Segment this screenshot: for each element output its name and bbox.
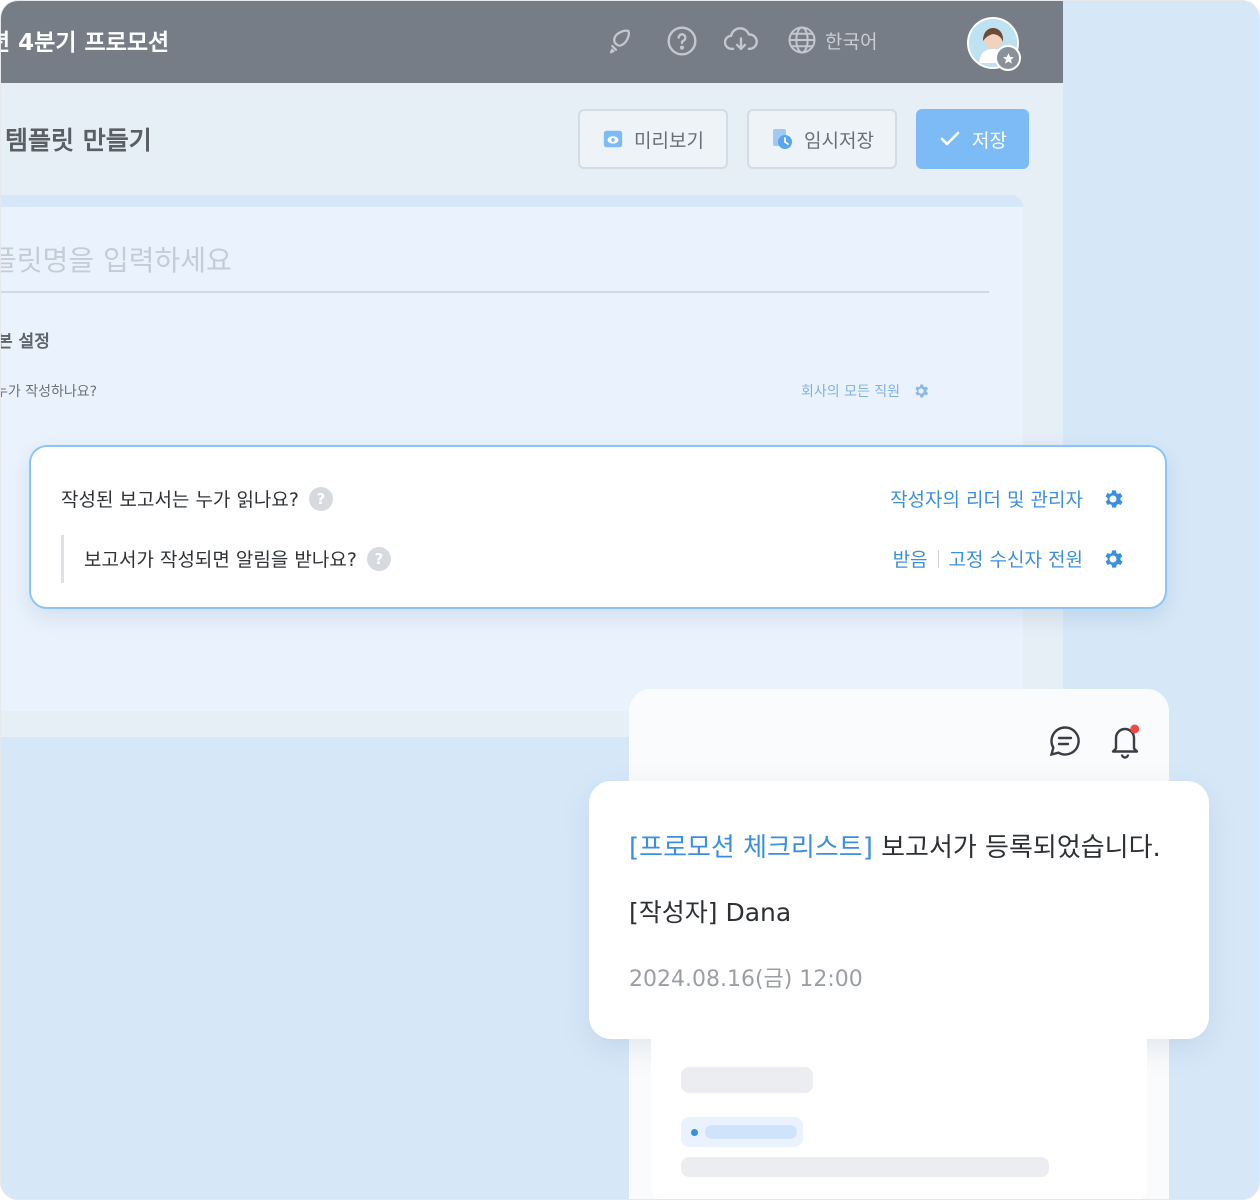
section-title: 본 설정 <box>0 332 50 352</box>
readers-question-row: 작성된 보고서는 누가 읽나요? ? <box>61 485 333 512</box>
skeleton-dot <box>691 1129 698 1136</box>
notify-value-receive: 받음 <box>892 549 928 571</box>
preview-label: 미리보기 <box>634 129 704 152</box>
value-separator <box>937 549 939 568</box>
notification-message: [프로모션 체크리스트] 보고서가 등록되었습니다. <box>629 827 1161 864</box>
name-underline <box>1 291 989 293</box>
language-selector[interactable]: 한국어 <box>787 25 877 55</box>
page-title: 템플릿 만들기 <box>5 126 152 155</box>
draft-label: 임시저장 <box>804 129 874 152</box>
rocket-icon[interactable] <box>603 23 639 59</box>
notification-datetime: 2024.08.16(금) 12:00 <box>629 967 863 992</box>
notify-question: 보고서가 작성되면 알림을 받나요? <box>84 549 357 571</box>
checklist-link[interactable]: [프로모션 체크리스트] <box>629 833 873 863</box>
notify-value-recipients: 고정 수신자 전원 <box>948 549 1083 571</box>
top-bar: 년 4분기 프로모션 한국어 <box>1 1 1063 83</box>
draft-button[interactable]: 임시저장 <box>747 109 897 169</box>
skeleton-line <box>681 1157 1049 1177</box>
notification-author: [작성자] Dana <box>629 898 792 927</box>
gear-icon <box>915 384 929 398</box>
report-settings-card: 작성된 보고서는 누가 읽나요? ? 작성자의 리더 및 관리자 보고서가 작성… <box>29 445 1167 609</box>
language-label: 한국어 <box>825 30 878 53</box>
who-writes-label: 누가 작성하나요? <box>0 384 98 400</box>
screen-frame: 년 4분기 프로모션 한국어 템플릿 만들기 미리보기 임시저장 저장 플릿명을… <box>0 0 1260 1200</box>
skeleton-line <box>681 1067 813 1093</box>
preview-button[interactable]: 미리보기 <box>578 109 728 169</box>
notify-setting[interactable]: 받음 고정 수신자 전원 <box>893 545 1125 572</box>
check-icon <box>940 131 960 146</box>
skeleton-list <box>651 1039 1147 1199</box>
readers-setting[interactable]: 작성자의 리더 및 관리자 <box>890 485 1125 512</box>
save-label: 저장 <box>972 129 1007 152</box>
readers-value: 작성자의 리더 및 관리자 <box>890 489 1083 511</box>
star-badge-icon <box>995 45 1021 71</box>
project-title: 년 4분기 프로모션 <box>0 30 170 56</box>
bell-icon[interactable] <box>1107 721 1143 761</box>
gear-icon <box>1105 549 1123 568</box>
who-writes-value: 회사의 모든 직원 <box>801 384 901 400</box>
gear-icon <box>1105 489 1123 508</box>
form-top-strip <box>1 195 1023 207</box>
help-icon[interactable]: ? <box>366 546 391 571</box>
help-icon[interactable]: ? <box>308 486 333 511</box>
clock-file-icon <box>773 129 793 149</box>
help-circle-icon[interactable] <box>664 23 700 59</box>
notify-question-row: 보고서가 작성되면 알림을 받나요? ? <box>84 545 391 572</box>
readers-question: 작성된 보고서는 누가 읽나요? <box>61 489 299 511</box>
globe-icon <box>788 26 816 54</box>
notification-text: 보고서가 등록되었습니다. <box>872 833 1161 863</box>
indent-bar <box>61 535 64 583</box>
chat-icon[interactable] <box>1047 723 1083 759</box>
save-button[interactable]: 저장 <box>916 109 1029 169</box>
avatar[interactable] <box>967 17 1021 71</box>
eye-icon <box>603 130 623 148</box>
cloud-download-icon[interactable] <box>723 23 759 59</box>
skeleton-tag-bar <box>705 1125 797 1139</box>
who-writes-setting[interactable]: 회사의 모든 직원 <box>801 381 930 401</box>
template-name-input[interactable]: 플릿명을 입력하세요 <box>1 239 232 279</box>
notification-card[interactable]: [프로모션 체크리스트] 보고서가 등록되었습니다. [작성자] Dana 20… <box>589 781 1209 1039</box>
app-window: 년 4분기 프로모션 한국어 템플릿 만들기 미리보기 임시저장 저장 플릿명을… <box>1 1 1063 737</box>
